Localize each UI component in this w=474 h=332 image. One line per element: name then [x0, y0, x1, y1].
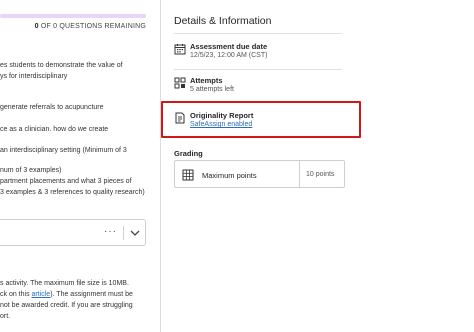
instruction-line: es students to demonstrate the value of: [0, 62, 123, 69]
originality-report-title: Originality Report: [190, 111, 254, 120]
attempts-value: 5 attempts left: [190, 86, 234, 93]
submission-note-line: not be awarded credit. If you are strugg…: [0, 302, 133, 309]
originality-report-item: Originality Report SafeAssign enabled: [174, 111, 374, 135]
due-date-title: Assessment due date: [190, 42, 268, 51]
question-collapse-panel[interactable]: ···: [0, 219, 146, 246]
attempts-title: Attempts: [190, 76, 223, 85]
assessment-content-pane: 0 OF 0 QUESTIONS REMAINING es students t…: [0, 0, 160, 332]
instruction-line: 3 examples & 3 references to quality res…: [0, 189, 145, 196]
submission-note-line: s activity. The maximum file size is 10M…: [0, 280, 129, 287]
submission-note-line: ort.: [0, 313, 11, 320]
divider: [174, 33, 342, 34]
article-link[interactable]: article: [32, 291, 51, 298]
safeassign-link[interactable]: SafeAssign enabled: [190, 121, 252, 128]
instruction-line: num of 3 examples): [0, 167, 62, 174]
instruction-line: ce as a clinician. how do we create: [0, 126, 109, 133]
grid-icon: [182, 169, 194, 181]
instruction-line: an interdisciplinary setting (Minimum of…: [0, 147, 127, 154]
due-date-item: Assessment due date 12/5/23, 12:00 AM (C…: [174, 42, 374, 66]
instruction-line: ys for interdisciplinary: [0, 73, 68, 80]
attempts-icon: [174, 77, 186, 89]
points-value: 10 points: [306, 171, 335, 178]
instruction-line: partment placements and what 3 pieces of: [0, 178, 132, 185]
chevron-down-icon[interactable]: [129, 227, 141, 239]
details-panel: Details & Information Assessment due dat…: [161, 0, 474, 332]
calendar-icon: [174, 44, 186, 55]
divider: [299, 161, 300, 187]
instruction-line: generate referrals to acupuncture: [0, 104, 104, 111]
divider: [123, 226, 124, 240]
details-heading: Details & Information: [174, 15, 272, 27]
due-date-value: 12/5/23, 12:00 AM (CST): [190, 52, 268, 59]
attempts-item: Attempts 5 attempts left: [174, 76, 374, 100]
grading-label: Grading: [174, 149, 203, 158]
document-check-icon: [175, 112, 185, 124]
more-options-button[interactable]: ···: [104, 226, 117, 237]
divider: [174, 69, 342, 70]
grading-card[interactable]: Maximum points 10 points: [174, 160, 345, 188]
maximum-points-label: Maximum points: [202, 171, 257, 180]
questions-remaining-label: 0 OF 0 QUESTIONS REMAINING: [34, 23, 146, 30]
submission-note-line: ck on this article). The assignment must…: [0, 291, 133, 298]
progress-bar: [0, 14, 146, 18]
